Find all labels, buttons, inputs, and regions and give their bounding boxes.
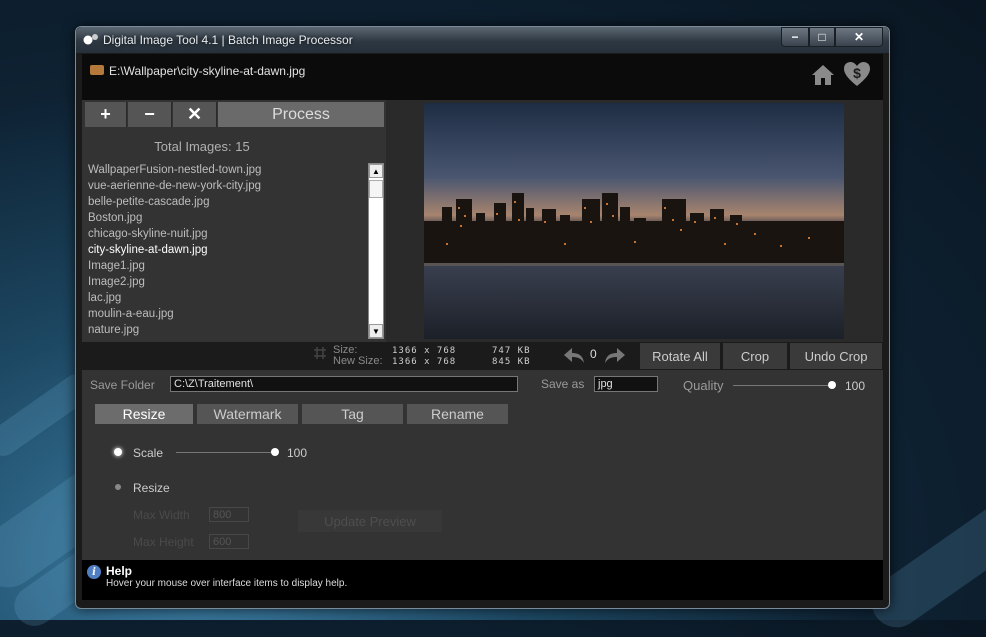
scroll-thumb[interactable]	[369, 180, 383, 198]
save-folder-input[interactable]: C:\Z\Traitement\	[170, 376, 518, 392]
grid-icon	[314, 347, 326, 359]
image-preview	[424, 103, 844, 339]
new-size-dimensions: 1366 x 768	[392, 357, 457, 367]
quality-label: Quality	[683, 378, 724, 393]
rotate-all-button[interactable]: Rotate All	[640, 343, 720, 369]
scale-slider[interactable]	[176, 452, 276, 453]
quality-slider[interactable]	[733, 385, 833, 386]
tab-tag[interactable]: Tag	[302, 404, 403, 424]
image-info-row: Size: New Size: 1366 x 768 747 KB 1366 x…	[82, 342, 883, 370]
help-bar: i Help Hover your mouse over interface i…	[82, 560, 883, 600]
tabs-panel: Resize Watermark Tag Rename Scale 100 Re…	[82, 400, 883, 560]
list-item[interactable]: Image2.jpg	[88, 274, 368, 290]
max-width-label: Max Width	[133, 508, 190, 522]
max-height-label: Max Height	[133, 535, 194, 549]
save-options-row: Save Folder C:\Z\Traitement\ Save as jpg…	[82, 370, 883, 400]
resize-label: Resize	[133, 481, 170, 495]
list-item[interactable]: lac.jpg	[88, 290, 368, 306]
list-item[interactable]: belle-petite-cascade.jpg	[88, 194, 368, 210]
tab-watermark[interactable]: Watermark	[197, 404, 298, 424]
update-preview-button[interactable]: Update Preview	[298, 510, 442, 532]
undo-crop-button[interactable]: Undo Crop	[790, 343, 882, 369]
process-button[interactable]: Process	[218, 102, 384, 127]
size-dimensions: 1366 x 768	[392, 346, 457, 356]
save-as-label: Save as	[541, 377, 585, 391]
new-size-kb: 845 KB	[492, 357, 531, 367]
maximize-button[interactable]: □	[809, 27, 835, 47]
scale-radio[interactable]	[114, 448, 122, 456]
rotate-left-icon[interactable]	[563, 347, 585, 365]
size-kb: 747 KB	[492, 346, 531, 356]
max-height-input[interactable]: 600	[209, 534, 249, 549]
home-icon[interactable]	[811, 64, 835, 86]
help-title: Help	[106, 564, 133, 578]
tab-rename[interactable]: Rename	[407, 404, 508, 424]
close-button[interactable]: ✕	[835, 27, 883, 47]
save-folder-label: Save Folder	[90, 378, 155, 392]
save-as-format-input[interactable]: jpg	[594, 376, 658, 392]
file-list[interactable]: WallpaperFusion-nestled-town.jpg vue-aer…	[88, 162, 368, 337]
quality-slider-knob[interactable]	[828, 381, 836, 389]
resize-radio[interactable]	[115, 484, 121, 490]
current-file-path: E:\Wallpaper\city-skyline-at-dawn.jpg	[109, 64, 306, 78]
crop-button[interactable]: Crop	[723, 343, 787, 369]
folder-icon	[90, 65, 104, 75]
svg-text:$: $	[853, 65, 861, 81]
info-icon: i	[87, 565, 101, 579]
scale-slider-knob[interactable]	[271, 448, 279, 456]
window-title: Digital Image Tool 4.1 | Batch Image Pro…	[103, 33, 353, 47]
max-width-input[interactable]: 800	[209, 507, 249, 522]
remove-image-button[interactable]: −	[128, 102, 172, 127]
list-item-selected[interactable]: city-skyline-at-dawn.jpg	[88, 242, 368, 258]
image-list-panel: + − ✕ Process Total Images: 15 Wallpaper…	[82, 100, 386, 370]
help-text: Hover your mouse over interface items to…	[106, 578, 348, 589]
tab-resize[interactable]: Resize	[95, 404, 193, 424]
file-list-scrollbar[interactable]: ▲ ▼	[368, 163, 384, 339]
minimize-button[interactable]: −	[781, 27, 809, 47]
scale-label: Scale	[133, 446, 164, 460]
scroll-up-arrow-icon[interactable]: ▲	[369, 164, 383, 178]
list-item[interactable]: chicago-skyline-nuit.jpg	[88, 226, 368, 242]
rotation-angle: 0	[590, 347, 597, 361]
quality-value: 100	[845, 379, 866, 393]
rotate-right-icon[interactable]	[604, 347, 626, 365]
list-item[interactable]: Boston.jpg	[88, 210, 368, 226]
list-item[interactable]: Image1.jpg	[88, 258, 368, 274]
app-icon	[83, 34, 98, 45]
path-bar: E:\Wallpaper\city-skyline-at-dawn.jpg $	[82, 54, 883, 100]
total-images-label: Total Images: 15	[154, 139, 250, 154]
donate-heart-icon[interactable]: $	[843, 61, 871, 87]
scroll-down-arrow-icon[interactable]: ▼	[369, 324, 383, 338]
title-bar[interactable]: Digital Image Tool 4.1 | Batch Image Pro…	[76, 27, 889, 53]
new-size-label: New Size:	[333, 355, 383, 367]
scale-value: 100	[287, 446, 308, 460]
app-window: Digital Image Tool 4.1 | Batch Image Pro…	[75, 26, 890, 609]
clear-list-button[interactable]: ✕	[173, 102, 217, 127]
list-item[interactable]: nature.jpg	[88, 322, 368, 337]
list-item[interactable]: vue-aerienne-de-new-york-city.jpg	[88, 178, 368, 194]
list-item[interactable]: moulin-a-eau.jpg	[88, 306, 368, 322]
list-item[interactable]: WallpaperFusion-nestled-town.jpg	[88, 162, 368, 178]
add-image-button[interactable]: +	[85, 102, 127, 127]
